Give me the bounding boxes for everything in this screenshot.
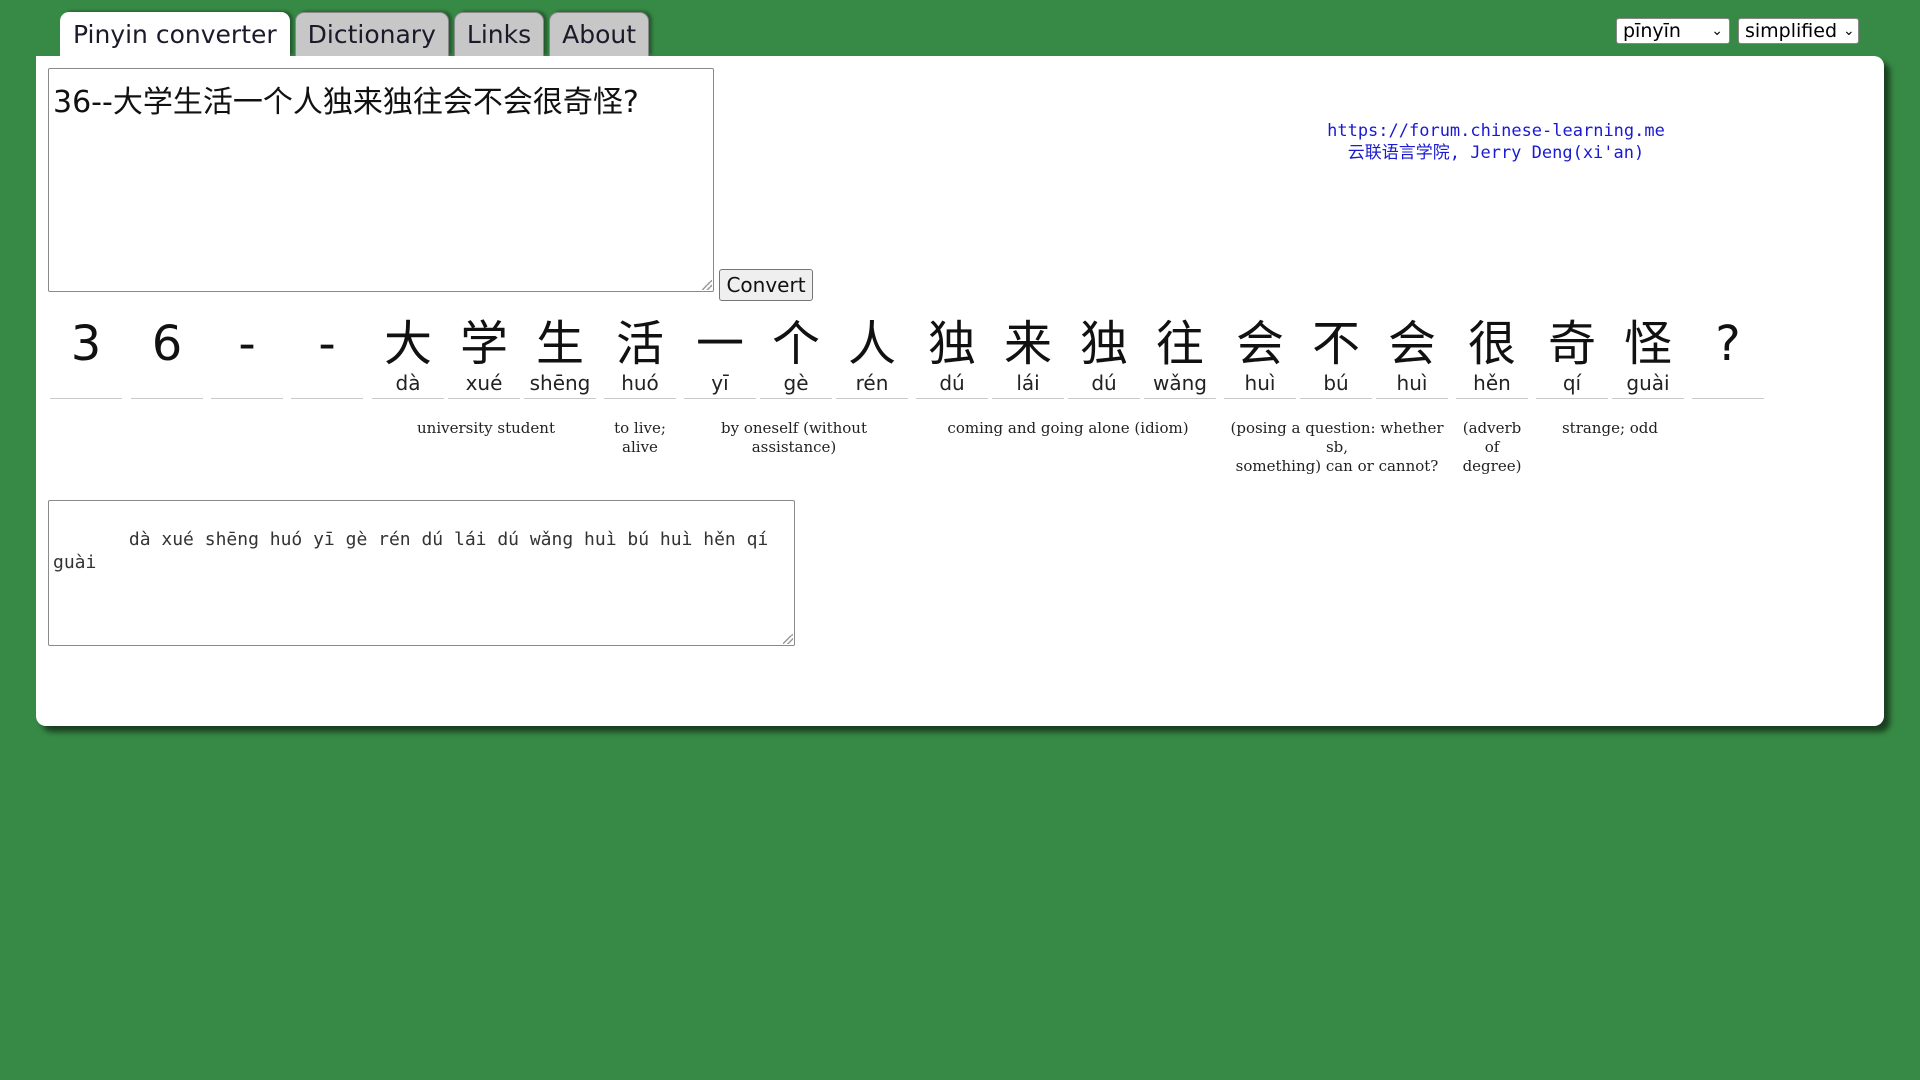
char-cell: 一 yī [684, 318, 756, 399]
author-credit: 云联语言学院, Jerry Deng(xi'an) [1347, 143, 1645, 163]
chevron-down-icon: ⌄ [1711, 23, 1723, 39]
hanzi: 学 [459, 316, 508, 372]
char-cell: 怪 guài [1612, 318, 1684, 399]
hanzi: - [318, 316, 336, 372]
pinyin [50, 370, 122, 396]
tab-about[interactable]: About [549, 12, 650, 56]
char-cell: 学 xué [448, 318, 520, 399]
hanzi: 不 [1311, 316, 1360, 372]
char-cell: 3 [50, 318, 122, 399]
tab-dictionary[interactable]: Dictionary [294, 12, 449, 56]
definition: strange; odd [1561, 419, 1659, 437]
definition: (posing a question: whether sb, somethin… [1230, 419, 1444, 475]
tab-bar: Pinyin converter Dictionary Links About [60, 12, 650, 56]
pinyin: guài [1626, 371, 1670, 395]
pinyin: dú [939, 371, 965, 395]
hanzi: 个 [771, 316, 820, 372]
pinyin: gè [783, 371, 809, 395]
char-cell: 独 dú [916, 318, 988, 399]
script-select[interactable]: simplified ⌄ [1738, 18, 1859, 44]
character-row: 3 6 - - 大 dà 学 xué 生 shēng 活 huó 一 yī 个 gè 人 ré… [36, 318, 1884, 399]
hanzi: 独 [927, 316, 976, 372]
hanzi: - [238, 316, 256, 372]
pinyin: hěn [1473, 371, 1511, 395]
pinyin: wǎng [1153, 371, 1207, 395]
char-cell: ? [1692, 318, 1764, 399]
definition: university student [417, 419, 555, 437]
pinyin [211, 370, 283, 396]
pinyin: yī [711, 371, 729, 395]
char-cell: 6 [131, 318, 203, 399]
hanzi: 会 [1235, 316, 1284, 372]
pinyin: bú [1323, 371, 1349, 395]
char-cell: 不 bú [1300, 318, 1372, 399]
char-cell: - [291, 318, 363, 399]
resize-grip-icon[interactable] [783, 634, 793, 644]
pinyin [291, 370, 363, 396]
hanzi: 人 [847, 316, 896, 372]
hanzi: 3 [70, 316, 102, 372]
chinese-text-input[interactable]: 36--大学生活一个人独来独往会不会很奇怪? [48, 68, 714, 292]
tab-links[interactable]: Links [453, 12, 545, 56]
pinyin: qí [1562, 371, 1582, 395]
hanzi: 怪 [1623, 316, 1672, 372]
pinyin: xué [465, 371, 503, 395]
char-cell: 独 dú [1068, 318, 1140, 399]
char-cell: 活 huó [604, 318, 676, 399]
char-cell: 会 huì [1224, 318, 1296, 399]
pinyin: huì [1396, 371, 1428, 395]
hanzi: 往 [1155, 316, 1204, 372]
pinyin: rén [855, 371, 889, 395]
pinyin-style-select[interactable]: pīnyīn ⌄ [1616, 18, 1730, 44]
tab-pinyin-converter[interactable]: Pinyin converter [60, 12, 290, 56]
output-text: dà xué shēng huó yī gè rén dú lái dú wǎn… [53, 529, 780, 573]
pinyin: huó [621, 371, 659, 395]
hanzi: 来 [1003, 316, 1052, 372]
pinyin: shēng [529, 371, 591, 395]
char-cell: 很 hěn [1456, 318, 1528, 399]
definition: by oneself (without assistance) [720, 419, 867, 456]
definition: to live; alive [614, 419, 666, 456]
hanzi: 独 [1079, 316, 1128, 372]
definition: coming and going alone (idiom) [947, 419, 1189, 437]
hanzi: 大 [383, 316, 432, 372]
char-cell: 奇 qí [1536, 318, 1608, 399]
char-cell: 人 rén [836, 318, 908, 399]
pinyin [1692, 370, 1764, 396]
hanzi: 生 [535, 316, 584, 372]
forum-link[interactable]: https://forum.chinese-learning.me [1196, 120, 1796, 142]
pinyin [131, 370, 203, 396]
definition: (adverb of degree) [1462, 419, 1522, 475]
char-cell: 往 wǎng [1144, 318, 1216, 399]
hanzi: ? [1715, 316, 1741, 372]
hanzi: 会 [1387, 316, 1436, 372]
hanzi: 6 [151, 316, 183, 372]
char-cell: - [211, 318, 283, 399]
resize-grip-icon[interactable] [702, 280, 712, 290]
pinyin-output[interactable]: dà xué shēng huó yī gè rén dú lái dú wǎn… [48, 500, 795, 646]
script-value: simplified [1745, 20, 1838, 42]
credits: https://forum.chinese-learning.me 云联语言学院… [1196, 120, 1796, 164]
char-cell: 来 lái [992, 318, 1064, 399]
char-cell: 生 shēng [524, 318, 596, 399]
input-text: 36--大学生活一个人独来独往会不会很奇怪? [53, 85, 639, 120]
chevron-down-icon: ⌄ [1843, 23, 1855, 39]
pinyin: dà [395, 371, 421, 395]
hanzi: 奇 [1547, 316, 1596, 372]
options-bar: pīnyīn ⌄ simplified ⌄ [1616, 18, 1859, 44]
converter-panel: 36--大学生活一个人独来独往会不会很奇怪? Convert https://f… [36, 56, 1884, 726]
pinyin: huì [1244, 371, 1276, 395]
char-cell: 个 gè [760, 318, 832, 399]
convert-button[interactable]: Convert [719, 269, 813, 301]
hanzi: 一 [695, 316, 744, 372]
hanzi: 活 [615, 316, 664, 372]
hanzi: 很 [1467, 316, 1516, 372]
char-cell: 大 dà [372, 318, 444, 399]
pinyin: lái [1016, 371, 1040, 395]
pinyin-style-value: pīnyīn [1623, 20, 1681, 42]
pinyin: dú [1091, 371, 1117, 395]
char-cell: 会 huì [1376, 318, 1448, 399]
